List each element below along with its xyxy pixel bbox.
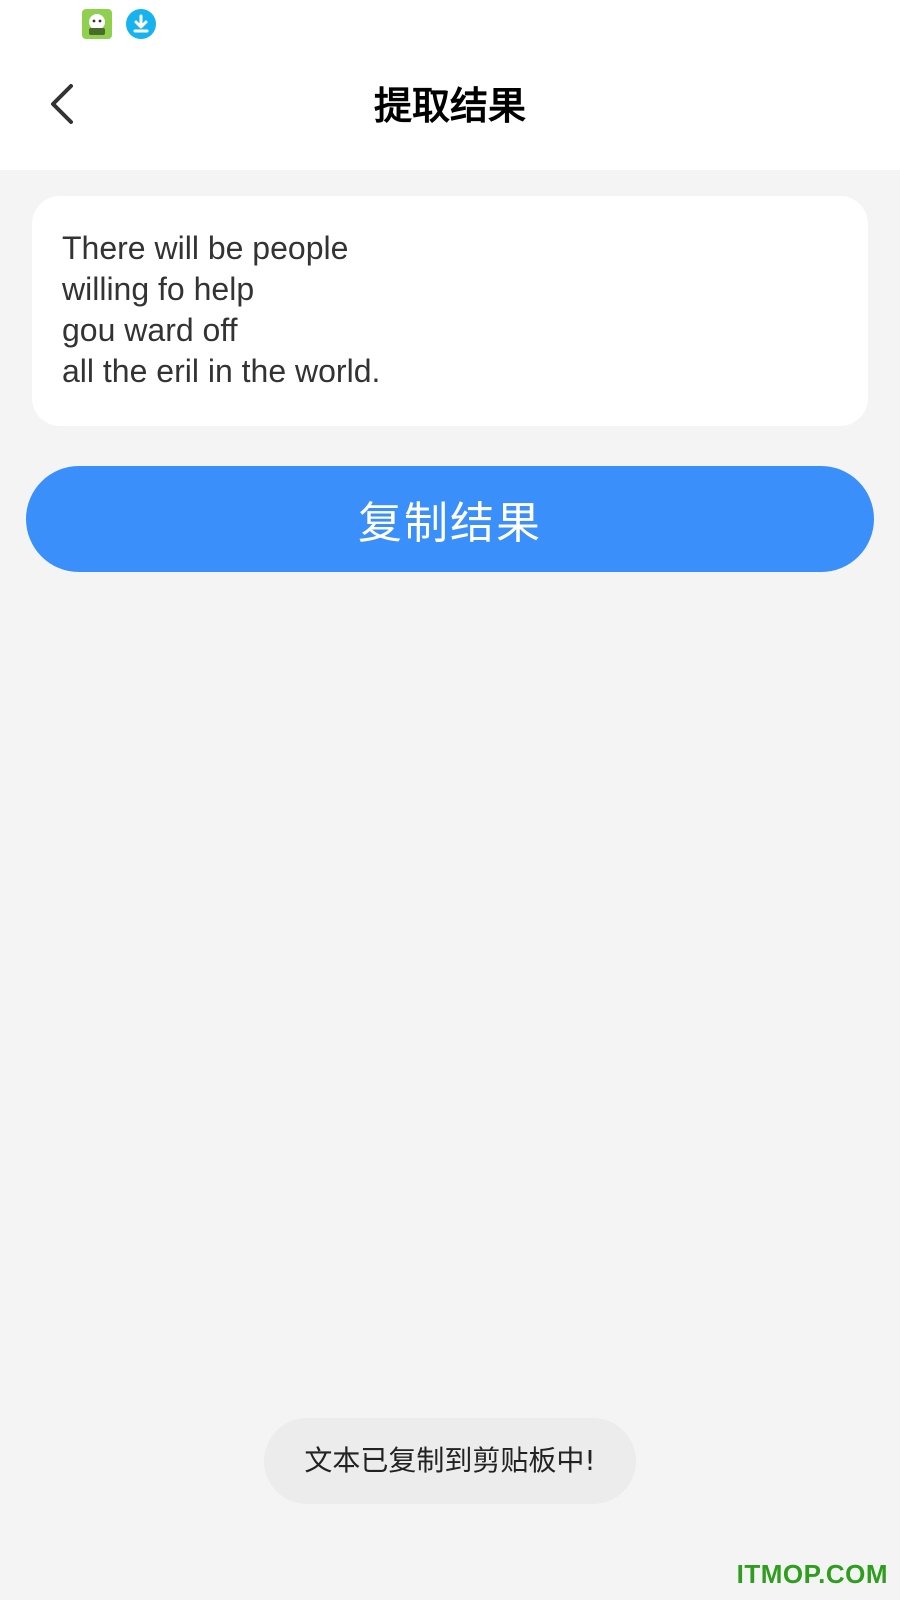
page-title: 提取结果 [373, 84, 526, 128]
watermark-logo: ITMOP.COM [736, 1559, 888, 1589]
copy-result-button[interactable]: 复制结果 [26, 466, 874, 572]
chevron-left-icon [47, 82, 77, 130]
result-line: all the eril in the world. [62, 353, 381, 389]
extract-result-screen: 提取结果 There will be people willing fo hel… [0, 0, 900, 1600]
result-line: willing fo help [62, 271, 255, 307]
result-line: gou ward off [62, 312, 238, 348]
app-header: 提取结果 [0, 50, 900, 170]
result-line: There will be people [62, 230, 349, 266]
result-text-card: There will be people willing fo help gou… [32, 196, 868, 426]
back-button[interactable] [34, 74, 90, 138]
download-icon [126, 9, 156, 39]
app-notification-icon [82, 9, 112, 39]
status-bar [0, 0, 900, 50]
copied-toast: 文本已复制到剪贴板中! [264, 1418, 636, 1504]
